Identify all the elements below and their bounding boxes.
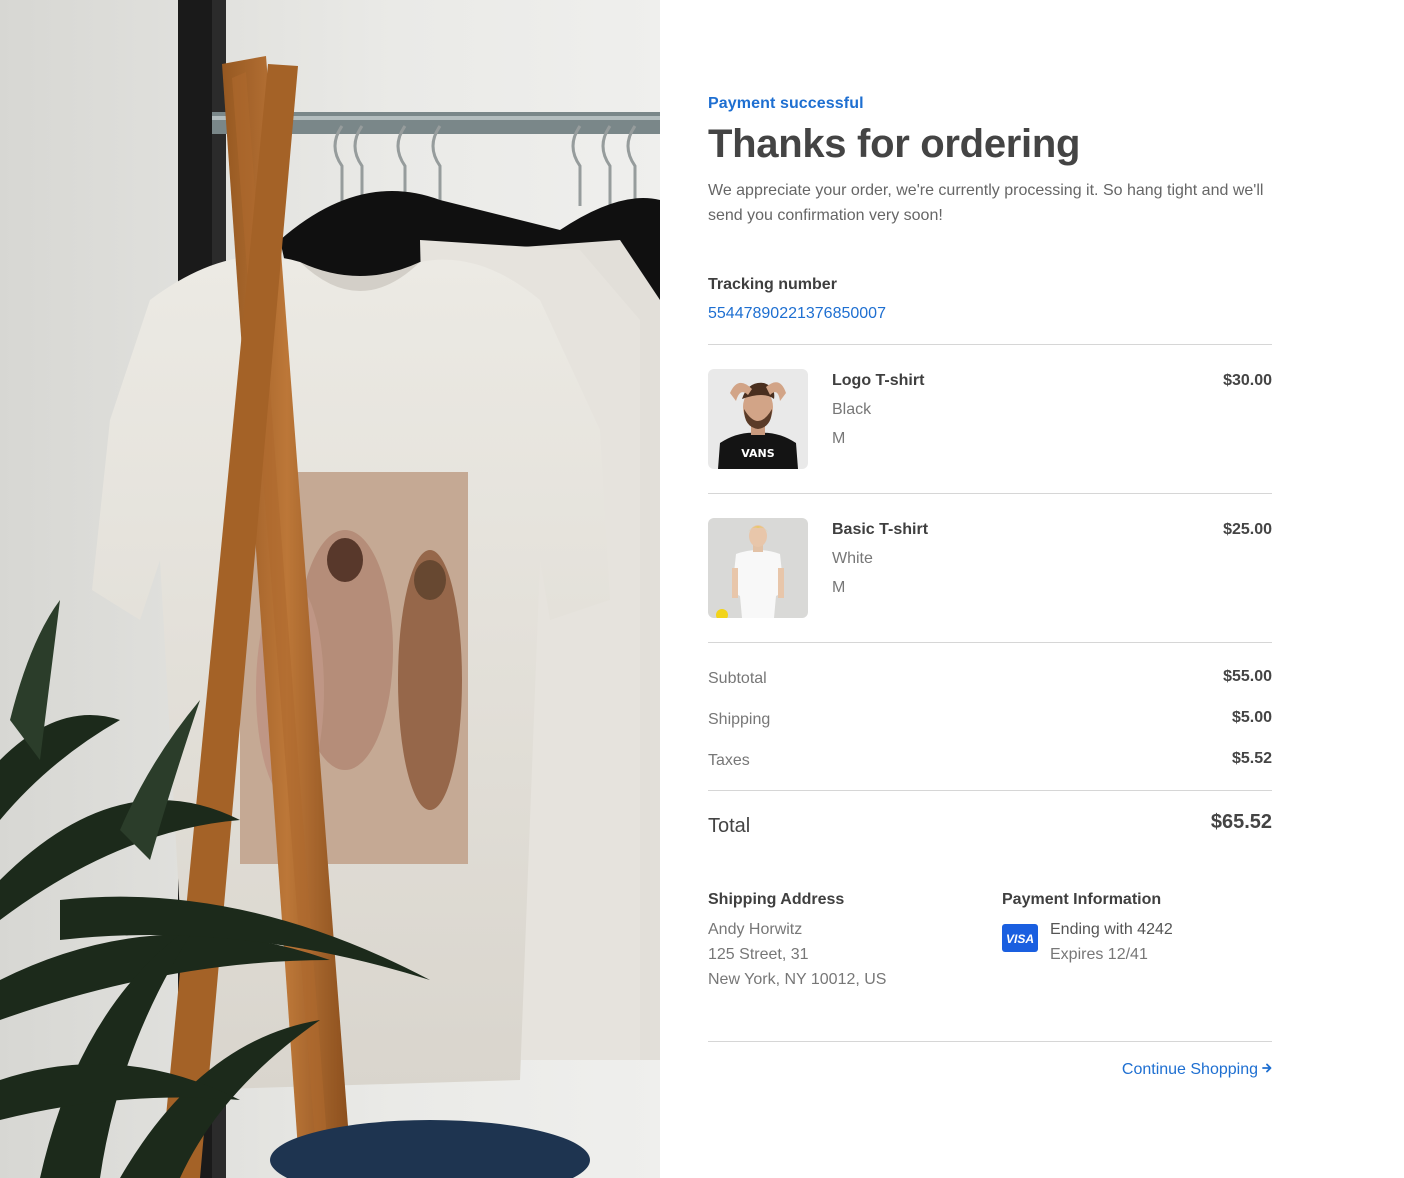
address-city: New York, NY 10012, US: [708, 971, 887, 988]
continue-shopping-link[interactable]: Continue Shopping: [1122, 1061, 1272, 1079]
order-item: Basic T-shirt White M $25.00: [708, 518, 1272, 618]
address-street: 125 Street, 31: [708, 946, 809, 963]
shipping-label: Shipping: [708, 711, 771, 728]
subtotal-label: Subtotal: [708, 670, 767, 687]
man-white-tshirt-photo-icon: [708, 518, 808, 618]
total-label: Total: [708, 815, 751, 837]
card-expiry: Expires 12/41: [1050, 946, 1148, 963]
confirmation-message: We appreciate your order, we're currentl…: [708, 182, 1264, 224]
order-confirmation-page: Payment successful Thanks for ordering W…: [0, 0, 1404, 1178]
subtotal-row: Subtotal $55.00: [708, 668, 1272, 692]
item-size: M: [832, 430, 846, 447]
address-name: Andy Horwitz: [708, 921, 803, 938]
taxes-row: Taxes $5.52: [708, 750, 1272, 774]
divider: [708, 344, 1272, 345]
divider: [708, 642, 1272, 643]
payment-info-title: Payment Information: [1002, 891, 1162, 908]
page-title: Thanks for ordering: [708, 122, 1081, 166]
payment-status: Payment successful: [708, 95, 864, 112]
divider: [708, 790, 1272, 791]
item-name: Basic T-shirt: [832, 521, 929, 538]
item-price: $30.00: [1223, 372, 1272, 389]
clothing-rack-photo-icon: [0, 0, 660, 1178]
item-color: White: [832, 550, 873, 567]
shipping-row: Shipping $5.00: [708, 709, 1272, 733]
shipping-address-title: Shipping Address: [708, 891, 845, 908]
divider: [708, 493, 1272, 494]
svg-text:VISA: VISA: [1006, 932, 1034, 946]
order-item: VANS Logo T-shirt Black M $30.00: [708, 369, 1272, 469]
item-price: $25.00: [1223, 521, 1272, 538]
total-value: $65.52: [1210, 811, 1272, 833]
taxes-value: $5.52: [1231, 750, 1272, 767]
tracking-number-link[interactable]: 55447890221376850007: [708, 305, 886, 323]
item-color: Black: [832, 401, 872, 418]
subtotal-value: $55.00: [1223, 668, 1272, 685]
svg-text:VANS: VANS: [741, 447, 774, 460]
visa-card-icon: VISA: [1002, 924, 1038, 952]
tracking-label: Tracking number: [708, 276, 837, 293]
item-name: Logo T-shirt: [832, 372, 925, 389]
divider: [708, 1041, 1272, 1042]
man-black-tshirt-photo-icon: VANS: [708, 369, 808, 469]
card-ending: Ending with 4242: [1050, 921, 1173, 938]
shipping-value: $5.00: [1231, 709, 1272, 726]
item-size: M: [832, 579, 846, 596]
taxes-label: Taxes: [708, 752, 750, 769]
continue-shopping-label: Continue Shopping: [1121, 1061, 1258, 1078]
arrow-right-icon: [1262, 1062, 1272, 1078]
